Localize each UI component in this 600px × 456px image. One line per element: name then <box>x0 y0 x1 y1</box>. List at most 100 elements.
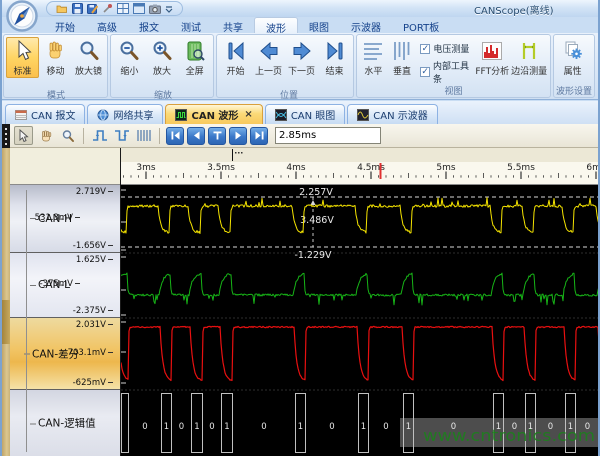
svg-text:6ms: 6ms <box>586 163 600 173</box>
app-window: CANScope(离线) 开始 高级 报文 测试 共享 波形 眼图 示波器 PO… <box>0 0 600 456</box>
next-page-icon <box>290 39 314 63</box>
nav-next-icon <box>233 130 244 141</box>
svg-text:0: 0 <box>142 422 147 432</box>
prev-page-button[interactable]: 上一页 <box>252 37 285 78</box>
magnifier-icon <box>77 39 101 63</box>
vertical-button[interactable]: 垂直 <box>388 37 417 78</box>
zoom-out-button[interactable]: 缩小 <box>113 37 146 78</box>
layout-grid-icon[interactable] <box>117 3 129 14</box>
grid-bars-button[interactable] <box>134 126 153 145</box>
prev-page-icon <box>257 39 281 63</box>
standard-mode-button[interactable]: 标准 <box>6 37 39 78</box>
nav-trigger-button[interactable] <box>208 127 226 145</box>
open-folder-icon[interactable] <box>56 3 68 14</box>
tab-can-message[interactable]: CAN 报文 <box>5 104 85 124</box>
tab-network-share[interactable]: 网络共享 <box>87 104 163 124</box>
ribbon-tab-start[interactable]: 开始 <box>44 17 86 33</box>
go-end-icon <box>323 39 347 63</box>
nav-last-button[interactable] <box>250 127 268 145</box>
ribbon-tab-advanced[interactable]: 高级 <box>86 17 128 33</box>
next-page-button[interactable]: 下一页 <box>285 37 318 78</box>
tab-can-oscilloscope[interactable]: CAN 示波器 <box>347 104 437 124</box>
toolbar-pan-button[interactable] <box>36 126 55 145</box>
close-tab-icon[interactable]: × <box>244 109 252 120</box>
rising-edge-icon <box>92 128 108 143</box>
svg-text:1: 1 <box>164 422 169 432</box>
nav-last-icon <box>254 130 265 141</box>
ribbon-tab-eye[interactable]: 眼图 <box>298 17 340 33</box>
app-logo-icon[interactable] <box>5 0 41 33</box>
nav-prev-button[interactable] <box>187 127 205 145</box>
time-ruler[interactable]: 3ms3.5ms4ms4.5ms5ms5.5ms6ms <box>121 148 600 185</box>
ribbon-tab-message[interactable]: 报文 <box>128 17 170 33</box>
measure-bottom-label: -1.229V <box>294 250 332 261</box>
go-start-button[interactable]: 开始 <box>219 37 252 78</box>
fft-analysis-button[interactable]: FFT分析 <box>474 37 510 78</box>
nav-next-button[interactable] <box>229 127 247 145</box>
toolbar-cursor-button[interactable] <box>14 126 33 145</box>
edge-measure-button[interactable]: 边沿测量 <box>510 37 548 78</box>
cursor-arrow-icon <box>17 129 30 143</box>
save-as-icon[interactable] <box>87 3 98 14</box>
internal-toolbar-checkbox[interactable]: ✓ 内部工具条 <box>420 59 470 85</box>
horizontal-button[interactable]: 水平 <box>359 37 388 78</box>
svg-text:0: 0 <box>383 422 388 432</box>
channel-top-value: 2.031V <box>76 320 113 330</box>
time-position-input[interactable] <box>275 127 381 144</box>
full-screen-icon <box>183 39 207 63</box>
ribbon-tab-bar: 开始 高级 报文 测试 共享 波形 眼图 示波器 PORT板 <box>44 17 450 33</box>
toolbar-zoom-button[interactable] <box>58 126 77 145</box>
nav-first-button[interactable] <box>166 127 184 145</box>
svg-text:0: 0 <box>329 422 334 432</box>
vertical-lines-icon <box>390 39 414 63</box>
checkbox-checked-icon: ✓ <box>420 67 430 77</box>
ribbon-tab-waveform[interactable]: 波形 <box>254 17 298 33</box>
channel-name: CAN-逻辑值 <box>30 416 96 431</box>
zoom-in-button[interactable]: 放大 <box>146 37 179 78</box>
hand-icon <box>39 129 53 143</box>
quick-access-toolbar <box>46 1 183 16</box>
qat-dropdown-icon[interactable] <box>165 4 173 13</box>
save-icon[interactable] <box>72 3 83 14</box>
channel-sidebar: CAN-H 2.719V 531.3mV -1.656V CAN-L 1.625… <box>10 148 120 456</box>
network-globe-icon <box>97 109 109 121</box>
toolbar-separator <box>83 128 84 144</box>
left-scrollbar-strip[interactable] <box>2 148 10 456</box>
trigger-position-icon <box>212 130 223 141</box>
scrollbar-thumb[interactable] <box>2 300 10 344</box>
ribbon-tab-port[interactable]: PORT板 <box>392 17 450 33</box>
channel-top-value: 2.719V <box>76 187 113 197</box>
channel-mid-value: 531.3mV <box>35 213 80 223</box>
ribbon-tab-share[interactable]: 共享 <box>212 17 254 33</box>
falling-edge-button[interactable] <box>112 126 131 145</box>
voltage-measure-checkbox[interactable]: ✓ 电压测量 <box>420 42 470 55</box>
move-mode-button[interactable]: 移动 <box>39 37 72 78</box>
ribbon-group-wave-settings: 属性 波形设置 <box>553 34 595 98</box>
magnifier-mode-button[interactable]: 放大镜 <box>72 37 105 78</box>
svg-text:0: 0 <box>209 422 214 432</box>
properties-button[interactable]: 属性 <box>556 37 589 78</box>
go-end-button[interactable]: 结束 <box>318 37 351 78</box>
go-start-icon <box>224 39 248 63</box>
pin-icon[interactable] <box>102 3 113 14</box>
ribbon-group-view: 水平 垂直 ✓ 电压测量 ✓ 内部工具条 FFT分析 <box>356 34 551 98</box>
tab-can-eye[interactable]: CAN 眼图 <box>265 104 345 124</box>
measure-top-label: 2.257V <box>299 187 333 198</box>
document-tab-bar: CAN 报文 网络共享 CAN 波形 × CAN 眼图 CAN 示波器 <box>2 101 598 124</box>
toolbar-drag-handle[interactable] <box>2 124 10 148</box>
falling-edge-icon <box>114 128 130 143</box>
horizontal-lines-icon <box>361 39 385 63</box>
snapshot-camera-icon[interactable] <box>149 3 161 14</box>
zoom-out-icon <box>117 39 141 63</box>
full-screen-button[interactable]: 全屏 <box>178 37 211 78</box>
view-checkboxes: ✓ 电压测量 ✓ 内部工具条 <box>416 37 474 85</box>
svg-text:1: 1 <box>194 422 199 432</box>
oscilloscope-icon <box>357 109 369 121</box>
ribbon-tab-oscilloscope[interactable]: 示波器 <box>340 17 392 33</box>
tab-can-waveform[interactable]: CAN 波形 × <box>165 104 262 124</box>
waveform-plot[interactable]: 0101010101010101010 2.257V 3.486V -1.229… <box>121 185 600 456</box>
ribbon-tab-test[interactable]: 测试 <box>170 17 212 33</box>
rising-edge-button[interactable] <box>90 126 109 145</box>
can-message-icon <box>15 109 27 121</box>
window-icon[interactable] <box>133 3 145 14</box>
